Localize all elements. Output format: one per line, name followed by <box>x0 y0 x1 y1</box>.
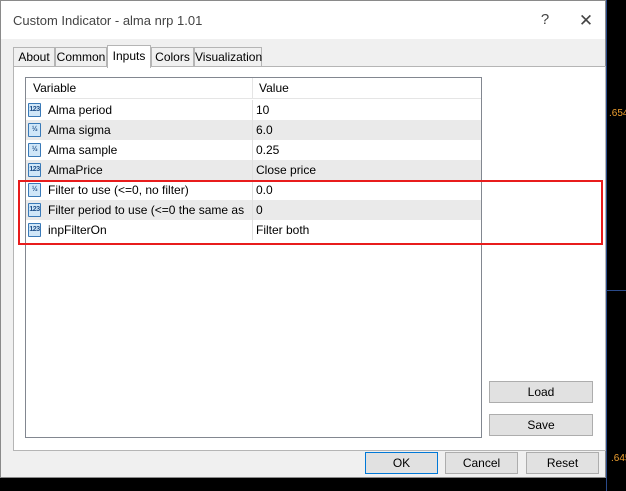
integer-type-icon: 123 <box>28 203 41 217</box>
chart-grid-line <box>606 0 607 491</box>
cell-separator <box>252 140 253 160</box>
variable-name: Alma sigma <box>48 123 111 137</box>
table-row[interactable]: 123 Filter period to use (<=0 the same a… <box>26 200 481 220</box>
cell-separator <box>252 220 253 240</box>
tab-common[interactable]: Common <box>55 47 107 66</box>
header-variable[interactable]: Variable <box>33 81 76 95</box>
cell-separator <box>252 100 253 120</box>
cell-separator <box>252 180 253 200</box>
title-bar: Custom Indicator - alma nrp 1.01 ? ✕ <box>1 1 605 39</box>
table-row[interactable]: 123 inpFilterOn Filter both <box>26 220 481 240</box>
table-row[interactable]: 123 AlmaPrice Close price <box>26 160 481 180</box>
chart-grid-line <box>606 290 626 291</box>
tab-inputs[interactable]: Inputs <box>107 45 151 68</box>
custom-indicator-dialog: Custom Indicator - alma nrp 1.01 ? ✕ Abo… <box>0 0 606 478</box>
load-button[interactable]: Load <box>489 381 593 403</box>
inputs-grid: Variable Value 123 Alma period 10 ½ Alma… <box>25 77 482 438</box>
chart-price-label-top: .654 <box>609 108 626 119</box>
inputs-panel: Variable Value 123 Alma period 10 ½ Alma… <box>13 66 606 451</box>
variable-value[interactable]: 0.25 <box>256 143 279 157</box>
variable-value[interactable]: Close price <box>256 163 316 177</box>
double-type-icon: ½ <box>28 183 41 197</box>
tab-about[interactable]: About <box>13 47 55 66</box>
close-button[interactable]: ✕ <box>575 10 597 32</box>
variable-name: Filter to use (<=0, no filter) <box>48 183 189 197</box>
variable-name: AlmaPrice <box>48 163 103 177</box>
help-button[interactable]: ? <box>535 10 555 30</box>
integer-type-icon: 123 <box>28 223 41 237</box>
variable-name: Alma period <box>48 103 113 117</box>
header-separator[interactable] <box>252 78 253 98</box>
integer-type-icon: 123 <box>28 163 41 177</box>
double-type-icon: ½ <box>28 143 41 157</box>
cell-separator <box>252 160 253 180</box>
table-row[interactable]: ½ Filter to use (<=0, no filter) 0.0 <box>26 180 481 200</box>
tab-visualization[interactable]: Visualization <box>194 47 262 66</box>
variable-value[interactable]: 10 <box>256 103 269 117</box>
table-row[interactable]: 123 Alma period 10 <box>26 100 481 120</box>
grid-header: Variable Value <box>26 78 481 99</box>
integer-type-icon: 123 <box>28 103 41 117</box>
variable-value[interactable]: 0 <box>256 203 263 217</box>
cell-separator <box>252 120 253 140</box>
window-title: Custom Indicator - alma nrp 1.01 <box>13 13 203 28</box>
tab-colors[interactable]: Colors <box>151 47 194 66</box>
variable-name: Alma sample <box>48 143 118 157</box>
cell-separator <box>252 200 253 220</box>
cancel-button[interactable]: Cancel <box>445 452 518 474</box>
chart-price-label-bottom: .645 <box>611 453 626 464</box>
reset-button[interactable]: Reset <box>526 452 599 474</box>
ok-button[interactable]: OK <box>365 452 438 474</box>
variable-value[interactable]: 6.0 <box>256 123 273 137</box>
header-value[interactable]: Value <box>259 81 289 95</box>
table-row[interactable]: ½ Alma sample 0.25 <box>26 140 481 160</box>
table-row[interactable]: ½ Alma sigma 6.0 <box>26 120 481 140</box>
double-type-icon: ½ <box>28 123 41 137</box>
variable-value[interactable]: Filter both <box>256 223 309 237</box>
variable-name: Filter period to use (<=0 the same as ma… <box>48 203 248 217</box>
variable-value[interactable]: 0.0 <box>256 183 273 197</box>
save-button[interactable]: Save <box>489 414 593 436</box>
variable-name: inpFilterOn <box>48 223 107 237</box>
